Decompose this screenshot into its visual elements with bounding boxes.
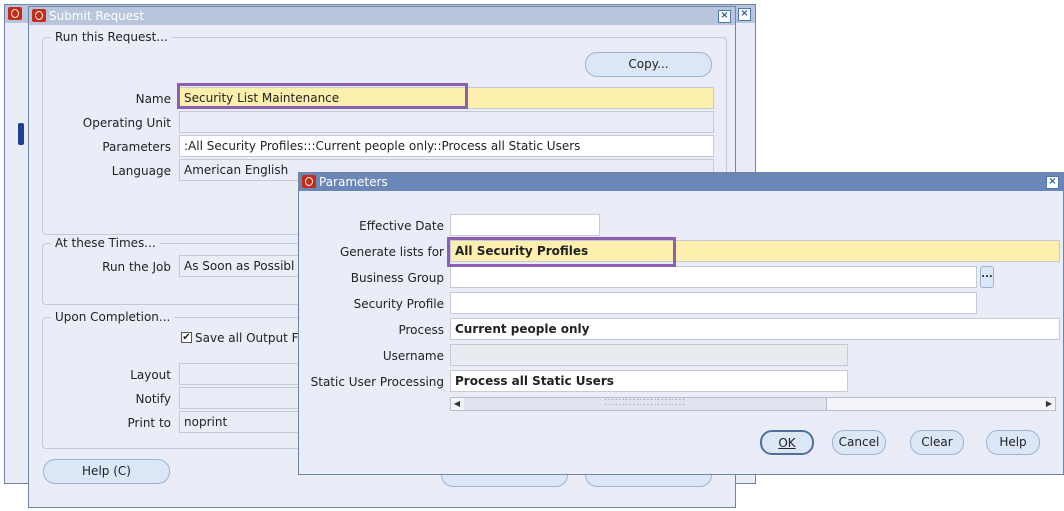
parameters-dialog: Parameters × Effective Date Generate lis… — [298, 172, 1064, 475]
security-profile-label: Security Profile — [353, 297, 444, 311]
notify-label: Notify — [135, 392, 171, 406]
oracle-logo-icon — [302, 175, 316, 188]
parameters-field[interactable]: :All Security Profiles:::Current people … — [179, 135, 714, 157]
scroll-thumb[interactable]: ⁚⁚⁚⁚⁚⁚⁚⁚⁚⁚⁚⁚⁚⁚⁚⁚⁚⁚⁚⁚⁚⁚⁚ — [464, 398, 827, 410]
operating-unit-label: Operating Unit — [82, 116, 171, 130]
effective-date-label: Effective Date — [359, 219, 444, 233]
close-icon[interactable]: × — [738, 8, 751, 21]
security-profile-field[interactable] — [450, 292, 977, 314]
generate-lists-highlight — [447, 237, 676, 267]
effective-date-field[interactable] — [450, 214, 600, 236]
print-to-label: Print to — [127, 416, 171, 430]
language-label: Language — [111, 164, 171, 178]
business-group-field[interactable] — [450, 266, 977, 288]
name-field-highlight — [177, 83, 468, 109]
parameters-titlebar: Parameters × — [299, 173, 1063, 191]
name-label: Name — [135, 92, 171, 106]
horizontal-scrollbar[interactable]: ◀ ⁚⁚⁚⁚⁚⁚⁚⁚⁚⁚⁚⁚⁚⁚⁚⁚⁚⁚⁚⁚⁚⁚⁚ ▶ — [450, 397, 1056, 411]
oracle-logo-icon — [32, 9, 46, 22]
close-icon[interactable]: × — [718, 10, 731, 23]
submit-request-titlebar: Submit Request × — [29, 7, 735, 25]
dialog-title: Parameters — [319, 175, 388, 189]
username-field[interactable] — [450, 344, 848, 366]
business-group-label: Business Group — [350, 271, 444, 285]
generate-lists-label: Generate lists for — [339, 245, 444, 259]
run-job-label: Run the Job — [102, 260, 171, 274]
parameters-label: Parameters — [102, 140, 171, 154]
clear-button[interactable]: Clear — [910, 430, 964, 455]
operating-unit-field[interactable] — [179, 111, 714, 133]
scroll-right-icon[interactable]: ▶ — [1043, 398, 1055, 410]
help-button[interactable]: Help (C) — [43, 459, 170, 484]
copy-button[interactable]: Copy... — [585, 52, 712, 77]
layout-label: Layout — [130, 368, 171, 382]
username-label: Username — [382, 349, 444, 363]
process-label: Process — [398, 323, 444, 337]
group-label: Upon Completion... — [51, 310, 175, 324]
window-title: Submit Request — [49, 9, 145, 23]
oracle-logo-icon — [8, 7, 22, 20]
group-label: Run this Request... — [51, 30, 172, 44]
static-user-processing-field[interactable]: Process all Static Users — [450, 370, 848, 392]
background-selected-row-marker — [18, 123, 24, 145]
scroll-left-icon[interactable]: ◀ — [451, 398, 463, 410]
save-output-label: Save all Output Fi — [195, 331, 301, 345]
save-output-checkbox[interactable]: ✔ — [181, 332, 192, 343]
process-field[interactable]: Current people only — [450, 318, 1060, 340]
static-user-processing-label: Static User Processing — [310, 375, 444, 389]
close-icon[interactable]: × — [1046, 176, 1059, 189]
help-button[interactable]: Help — [986, 430, 1040, 455]
business-group-lov-button[interactable]: ... — [980, 266, 994, 288]
group-label: At these Times... — [51, 236, 160, 250]
cancel-button[interactable]: Cancel — [832, 430, 886, 455]
ok-button[interactable]: OK — [760, 430, 814, 455]
